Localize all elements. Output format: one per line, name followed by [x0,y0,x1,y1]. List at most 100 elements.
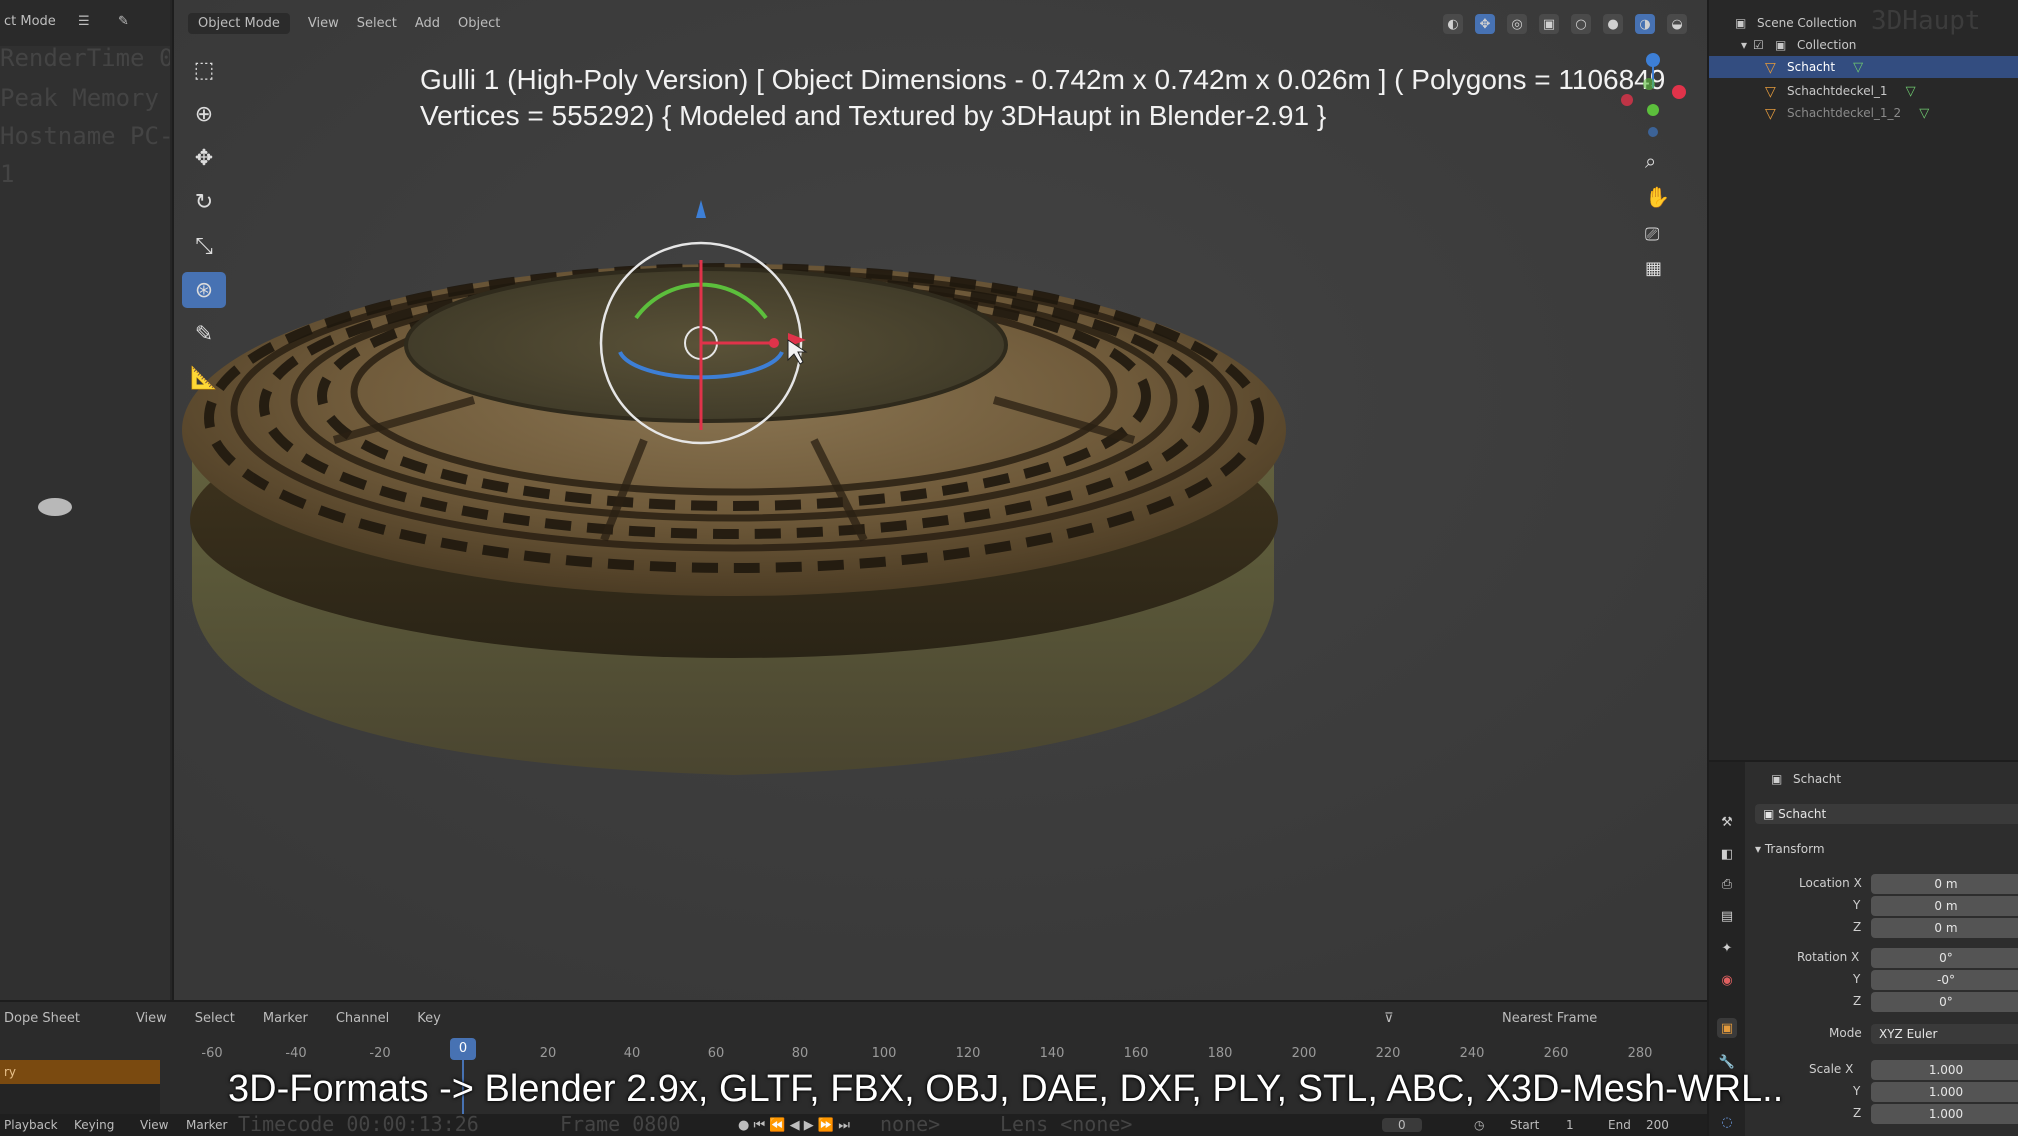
outliner-collection[interactable]: ▾ ☑ ▣ Collection [1709,34,2018,56]
tick-label: 240 [1459,1046,1485,1061]
start-frame-field[interactable]: 1 [1566,1118,1574,1132]
channel-summary-row[interactable]: ry [0,1060,160,1084]
editor-type-dropdown[interactable]: Dope Sheet [4,1011,80,1026]
keying-dropdown[interactable]: Keying [74,1118,114,1132]
transform-icon[interactable]: ⊛ [182,272,226,308]
gizmo-toggle-icon[interactable]: ✥ [1475,14,1495,34]
rotation-x-field[interactable]: 0° [1871,948,2018,968]
outliner-item-schacht[interactable]: ▽ Schacht ▽ [1709,56,2018,78]
footer-view-menu[interactable]: View [140,1118,168,1132]
move-icon[interactable]: ✥ [182,140,226,176]
physics-tab-icon[interactable]: ◌ [1717,1112,1737,1132]
menu-add[interactable]: Add [415,16,440,31]
output-tab-icon[interactable]: ⎙ [1717,874,1737,894]
menu-select[interactable]: Select [357,16,397,31]
object-data-icon: ▣ [1763,807,1779,821]
object-tab-icon[interactable]: ▣ [1717,1018,1737,1038]
camera-icon: ⎚ [1645,224,1660,245]
scale-y-label: Y [1853,1084,1861,1098]
outliner-scene-collection[interactable]: ▣ Scene Collection [1709,12,2018,34]
transform-panel-header[interactable]: ▾ Transform [1755,842,1825,856]
tool-icon[interactable]: ✎ [118,14,129,29]
wireframe-shading-icon[interactable]: ○ [1571,14,1591,34]
filter-icon[interactable]: ⊽ [1384,1011,1394,1026]
scale-z-field[interactable]: 1.000 [1871,1104,2018,1124]
clock-icon: ◷ [1474,1118,1485,1132]
resize-handle[interactable] [38,498,72,516]
footer-marker-menu[interactable]: Marker [186,1118,227,1132]
tl-menu-channel[interactable]: Channel [336,1011,389,1026]
tick-label: 60 [707,1046,725,1061]
playback-bar: Playback Keying View Marker Timecode 00:… [0,1112,1707,1136]
tick-label: 280 [1627,1046,1653,1061]
tl-menu-key[interactable]: Key [417,1011,441,1026]
zoom-icon: ⌕ [1645,149,1656,173]
tl-menu-marker[interactable]: Marker [263,1011,308,1026]
rotation-z-field[interactable]: 0° [1871,992,2018,1012]
mesh-object-icon: ▽ [1765,106,1776,122]
object-name-field[interactable]: ▣ Schacht [1755,804,2018,824]
world-tab-icon[interactable]: ◉ [1717,970,1737,990]
snap-dropdown[interactable]: Nearest Frame [1502,1011,1597,1026]
select-box-icon[interactable]: ⬚ [182,52,226,88]
ghost-lens: Lens <none> [1000,1112,1133,1136]
collapse-arrow-icon[interactable]: ▾ [1741,38,1747,52]
rotation-y-field[interactable]: -0° [1871,970,2018,990]
navigation-gizmo[interactable]: ⌕ ✋ ⎚ ▦ [1609,48,1699,308]
xray-icon[interactable]: ▣ [1539,14,1559,34]
checkbox-icon[interactable]: ☑ [1753,38,1767,52]
viewport-header: Object Mode View Select Add Object ◐ ✥ ◎… [174,0,1707,46]
tl-menu-view[interactable]: View [136,1011,167,1026]
end-frame-field[interactable]: 200 [1646,1118,1669,1132]
view-layer-tab-icon[interactable]: ▤ [1717,906,1737,926]
visibility-icon[interactable]: ◐ [1443,14,1463,34]
scene-tab-icon[interactable]: ✦ [1717,938,1737,958]
pan-hand-icon: ✋ [1645,185,1670,209]
object-name-header: Schacht [1793,772,1842,786]
tick-label: 180 [1207,1046,1233,1061]
location-y-field[interactable]: 0 m [1871,896,2018,916]
outliner-item-schachtdeckel-1[interactable]: ▽ Schachtdeckel_1 ▽ [1709,80,2018,102]
current-frame-field[interactable]: 0 [1382,1118,1422,1132]
ghost-timecode: Timecode 00:00:13:26 [238,1112,479,1136]
left-stats-panel: ct Mode ☰ ✎ RenderTime 00:00.34 Peak Mem… [0,0,172,1000]
scale-x-label: Scale X [1809,1062,1854,1076]
frame-ruler[interactable]: -60 -40 -20 0 20 40 60 80 100 120 140 16… [172,1038,1707,1066]
measure-icon[interactable]: 📐 [182,360,226,396]
3d-viewport[interactable]: Object Mode View Select Add Object ◐ ✥ ◎… [174,0,1707,1000]
scale-x-field[interactable]: 1.000 [1871,1060,2018,1080]
material-shading-icon[interactable]: ◑ [1635,14,1655,34]
overlay-icon[interactable]: ◎ [1507,14,1527,34]
rotation-mode-dropdown[interactable]: XYZ Euler [1871,1024,2018,1044]
scale-y-field[interactable]: 1.000 [1871,1082,2018,1102]
rotate-icon[interactable]: ↻ [182,184,226,220]
outliner-item-schachtdeckel-1-2[interactable]: ▽ Schachtdeckel_1_2 ▽ [1709,102,2018,124]
rendered-shading-icon[interactable]: ◒ [1667,14,1687,34]
channel-list [0,1084,160,1116]
mesh-data-icon: ▽ [1905,83,1916,99]
object-mode-dropdown[interactable]: Object Mode [188,12,290,34]
menu-view[interactable]: View [308,16,339,31]
location-z-label: Z [1853,920,1862,934]
rotation-z-label: Z [1853,994,1862,1008]
scale-icon[interactable]: ⤡ [182,228,226,264]
solid-shading-icon[interactable]: ● [1603,14,1623,34]
tool-tab-icon[interactable]: ⚒ [1717,812,1737,832]
playback-dropdown[interactable]: Playback [4,1118,58,1132]
playback-controls[interactable]: ● ⏮ ⏪ ◀ ▶ ⏩ ⏭ [738,1118,850,1133]
mode-selector-label[interactable]: ct Mode [4,14,56,29]
tick-label: 160 [1123,1046,1149,1061]
annotate-icon[interactable]: ✎ [182,316,226,352]
location-z-field[interactable]: 0 m [1871,918,2018,938]
location-x-field[interactable]: 0 m [1871,874,2018,894]
menu-icon[interactable]: ☰ [78,14,90,29]
x-axis-icon [1672,85,1686,99]
tick-label: 20 [539,1046,557,1061]
tl-menu-select[interactable]: Select [195,1011,235,1026]
collection-icon: ▣ [1775,38,1787,52]
menu-object[interactable]: Object [458,16,500,31]
tick-label: 40 [623,1046,641,1061]
cursor-icon[interactable]: ⊕ [182,96,226,132]
playhead[interactable]: 0 [450,1038,476,1060]
render-tab-icon[interactable]: ◧ [1717,844,1737,864]
